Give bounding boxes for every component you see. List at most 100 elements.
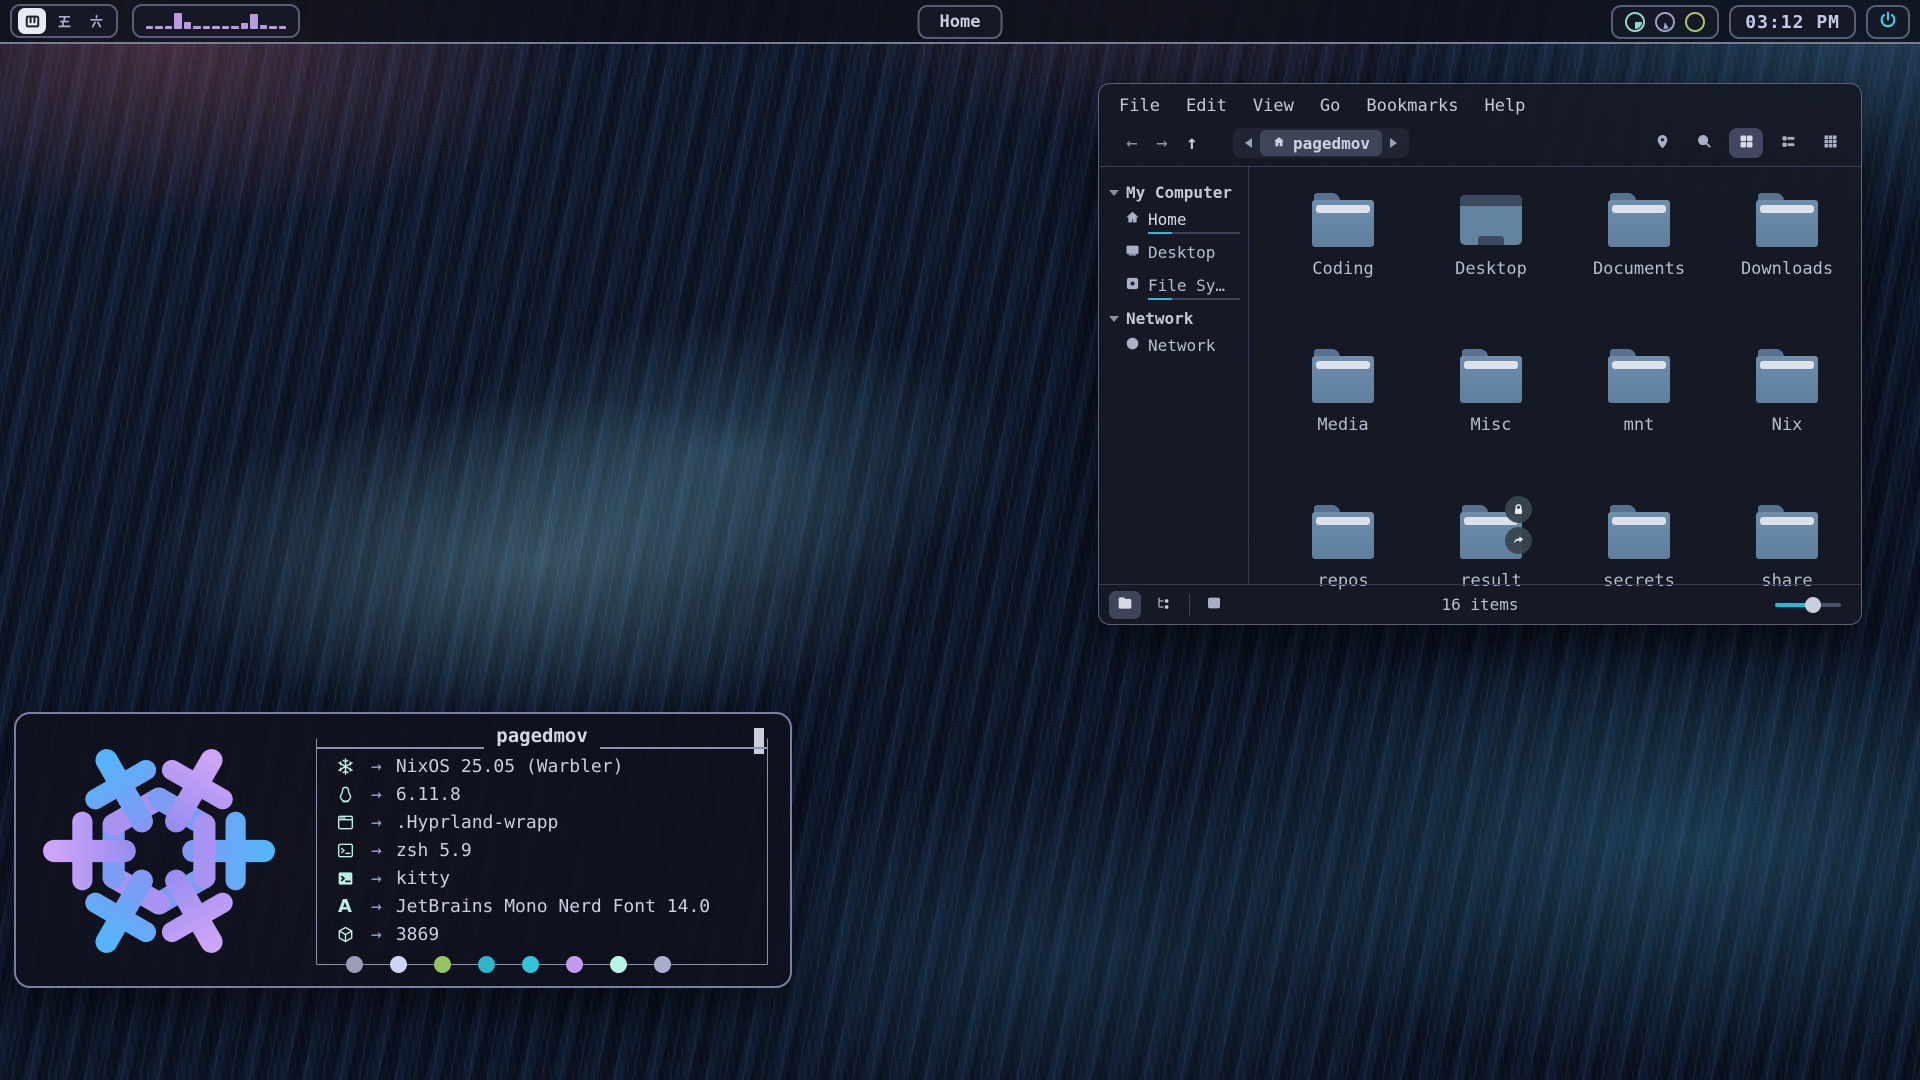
file-label: Documents xyxy=(1593,259,1685,279)
compact-view-button[interactable] xyxy=(1813,128,1847,158)
desktop-icon-body xyxy=(1460,195,1522,245)
file-label: Misc xyxy=(1471,415,1512,435)
breadcrumb-forward-icon[interactable] xyxy=(1390,138,1397,148)
folder-icon xyxy=(1608,193,1670,247)
file-item-downloads[interactable]: Downloads xyxy=(1717,187,1857,343)
file-item-misc[interactable]: Misc xyxy=(1421,343,1561,499)
fetch-row-packages: →3869 xyxy=(333,920,767,948)
sidebar-section-my-computer: My Computer Home Desktop File Sy… xyxy=(1109,183,1242,298)
breadcrumb-current-label: pagedmov xyxy=(1293,134,1370,153)
fetch-value: kitty xyxy=(396,868,450,889)
folder-icon xyxy=(1312,349,1374,403)
workspace-3[interactable] xyxy=(82,8,110,34)
menu-edit[interactable]: Edit xyxy=(1186,96,1227,116)
viz-bar-9 xyxy=(222,26,229,29)
sidebar-item-home[interactable]: Home xyxy=(1125,210,1242,232)
viz-bar-4 xyxy=(174,13,181,29)
viz-bar-3 xyxy=(165,26,172,29)
palette-dot-5 xyxy=(522,956,539,973)
location-pin-button[interactable] xyxy=(1645,128,1679,158)
list-view-button[interactable] xyxy=(1771,128,1805,158)
statusbar-divider xyxy=(1189,594,1190,616)
file-item-coding[interactable]: Coding xyxy=(1273,187,1413,343)
nixos-logo xyxy=(38,730,280,972)
active-window-label: Home xyxy=(940,12,981,32)
menu-go[interactable]: Go xyxy=(1320,96,1340,116)
folder-icon-strip xyxy=(1612,517,1666,525)
file-item-media[interactable]: Media xyxy=(1273,343,1413,499)
file-item-mnt[interactable]: mnt xyxy=(1569,343,1709,499)
window-content: My Computer Home Desktop File Sy… Network Net… xyxy=(1099,167,1861,584)
list-view-icon xyxy=(1780,133,1797,154)
fetch-frame: pagedmov →NixOS 25.05 (Warbler)→6.11.8→.… xyxy=(316,738,768,965)
file-item-nix[interactable]: Nix xyxy=(1717,343,1857,499)
compact-view-icon xyxy=(1822,133,1839,154)
terminal-icon xyxy=(333,869,357,888)
menu-view[interactable]: View xyxy=(1253,96,1294,116)
packages-icon xyxy=(333,925,357,944)
file-item-desktop[interactable]: Desktop xyxy=(1421,187,1561,343)
viz-bar-7 xyxy=(203,26,210,29)
file-item-documents[interactable]: Documents xyxy=(1569,187,1709,343)
gauge-2-fill xyxy=(1658,15,1672,29)
sidebar-item-network[interactable]: Network xyxy=(1125,336,1242,358)
grid-view-button[interactable] xyxy=(1729,128,1763,158)
folder-icon-strip xyxy=(1316,517,1370,525)
viz-bar-15 xyxy=(279,26,286,29)
workspace-1[interactable] xyxy=(18,8,46,34)
workspace-2[interactable] xyxy=(50,8,78,34)
sidebar-header-network[interactable]: Network xyxy=(1109,309,1242,328)
filesystem-icon xyxy=(1125,276,1140,295)
fetch-value: zsh 5.9 xyxy=(396,840,472,861)
side-pane-toggle[interactable] xyxy=(1198,591,1230,619)
file-label: mnt xyxy=(1624,415,1655,435)
viz-bar-1 xyxy=(146,26,153,29)
forward-button[interactable]: → xyxy=(1147,132,1177,154)
viz-bar-12 xyxy=(250,14,257,29)
viz-bar-8 xyxy=(212,26,219,29)
up-button[interactable]: ↑ xyxy=(1177,132,1207,154)
frame-line-right xyxy=(600,747,767,749)
file-grid: Coding Desktop Documents Downloads Media Misc… xyxy=(1249,167,1861,584)
menu-bookmarks[interactable]: Bookmarks xyxy=(1366,96,1458,116)
file-label: Coding xyxy=(1312,259,1373,279)
search-button[interactable] xyxy=(1687,128,1721,158)
zoom-slider[interactable] xyxy=(1775,597,1841,613)
sidebar-header-my-computer[interactable]: My Computer xyxy=(1109,183,1242,202)
viz-bar-5 xyxy=(184,22,191,29)
breadcrumb-current[interactable]: pagedmov xyxy=(1260,130,1382,156)
status-bar: 16 items xyxy=(1099,584,1861,624)
nixos-icon xyxy=(333,757,357,776)
lock-emblem-icon xyxy=(1505,496,1532,523)
folder-icon xyxy=(1117,595,1133,615)
power-button[interactable] xyxy=(1866,5,1910,39)
clock-text: 03:12 PM xyxy=(1745,12,1840,33)
gauge-1 xyxy=(1625,12,1645,32)
fetch-row-terminal: →kitty xyxy=(333,864,767,892)
sidebar-item-filesy[interactable]: File Sy… xyxy=(1125,276,1242,298)
file-label: Downloads xyxy=(1741,259,1833,279)
breadcrumb-back-icon[interactable] xyxy=(1245,138,1252,148)
slider-knob[interactable] xyxy=(1805,597,1821,613)
palette-dot-1 xyxy=(346,956,363,973)
viz-bar-2 xyxy=(155,26,162,29)
tree-view-toggle[interactable] xyxy=(1147,591,1179,619)
fetch-hostname: pagedmov xyxy=(496,725,588,747)
back-button[interactable]: ← xyxy=(1117,132,1147,154)
file-label: Desktop xyxy=(1455,259,1527,279)
folder-icon-strip xyxy=(1316,205,1370,213)
palette-dot-3 xyxy=(434,956,451,973)
home-icon xyxy=(1272,134,1286,153)
fetch-value: JetBrains Mono Nerd Font 14.0 xyxy=(396,896,710,917)
arrow-icon: → xyxy=(371,896,382,917)
fetch-title-row: pagedmov xyxy=(317,737,767,759)
collapse-triangle-icon xyxy=(1109,316,1119,322)
active-window-title[interactable]: Home xyxy=(918,5,1003,39)
top-bar: Home 03:12 PM xyxy=(0,0,1920,44)
fetch-row-wm: →.Hyprland-wrapp xyxy=(333,808,767,836)
tree-icon xyxy=(1155,595,1171,615)
menu-help[interactable]: Help xyxy=(1484,96,1525,116)
icons-view-toggle[interactable] xyxy=(1109,591,1141,619)
menu-file[interactable]: File xyxy=(1119,96,1160,116)
sidebar-item-desktop[interactable]: Desktop xyxy=(1125,243,1242,265)
